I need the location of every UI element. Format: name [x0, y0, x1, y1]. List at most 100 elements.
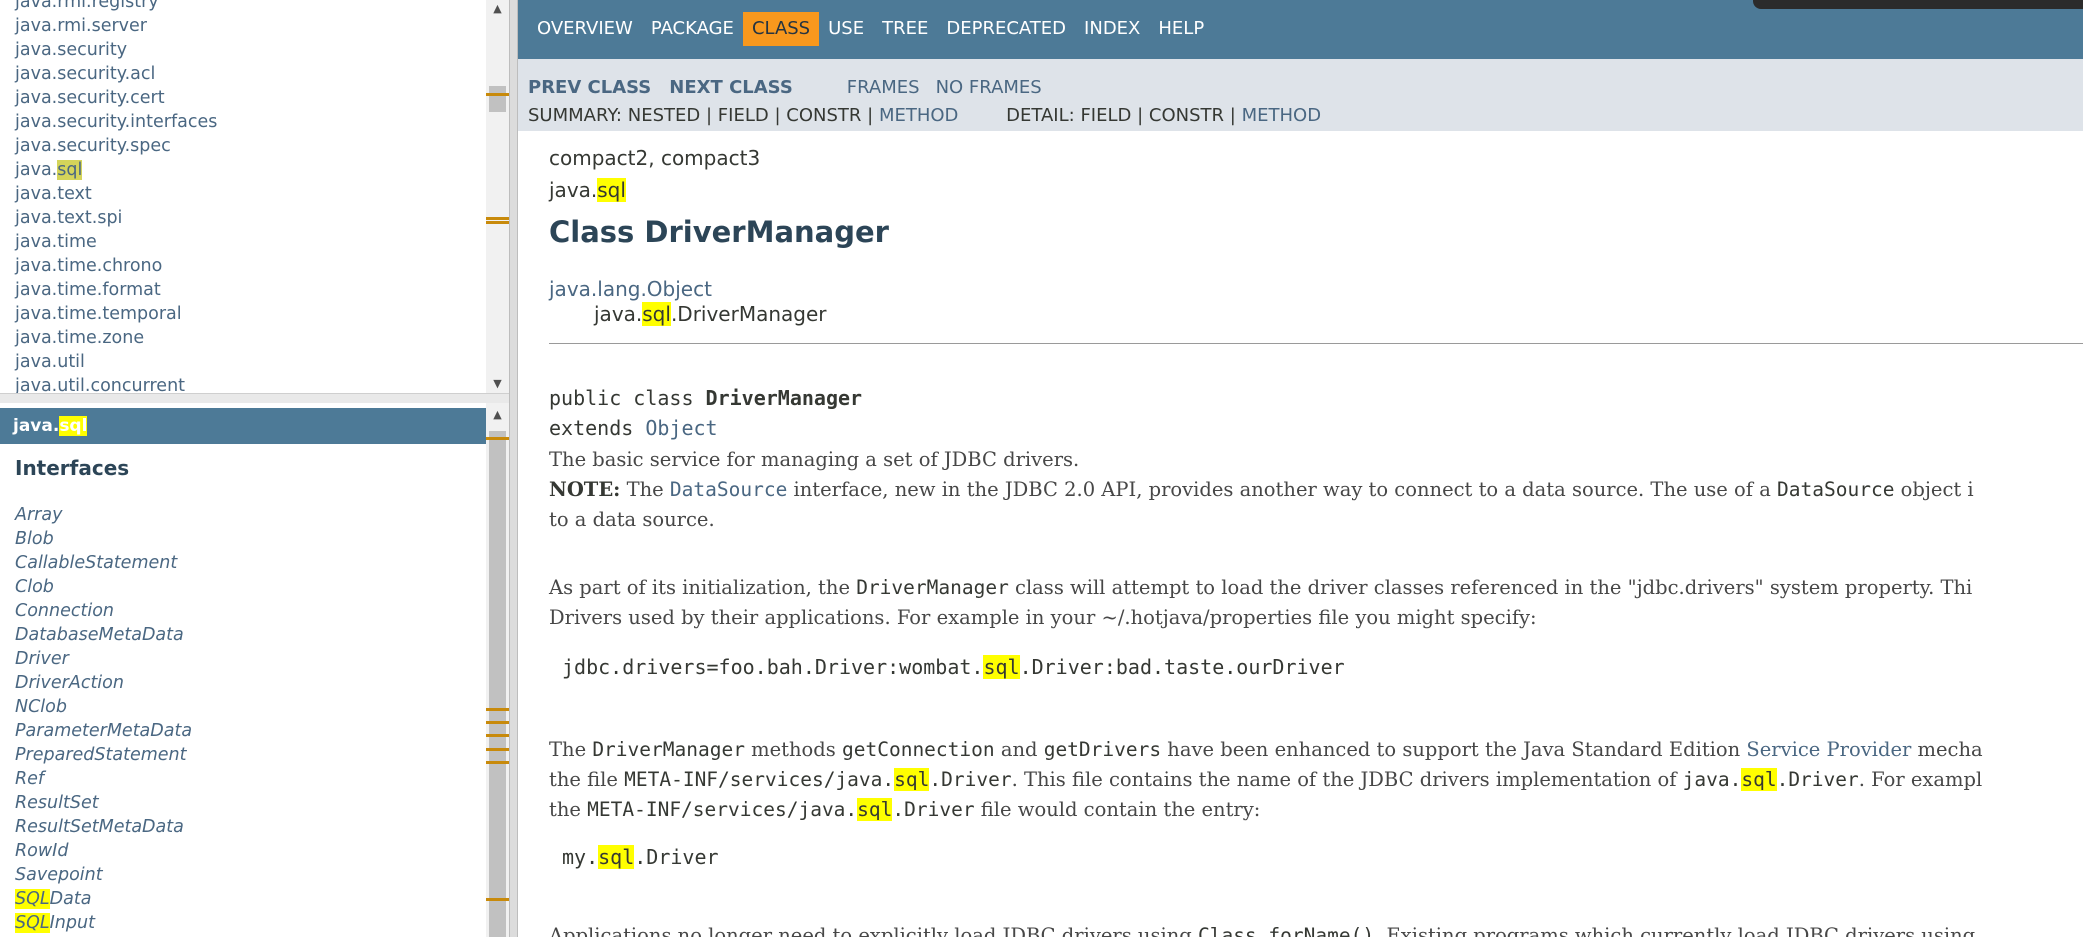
- nav-package[interactable]: Package: [642, 12, 743, 46]
- search-match-marker: [486, 898, 509, 901]
- frames-link[interactable]: FRAMES: [847, 77, 920, 98]
- package-link[interactable]: java.time.zone: [15, 326, 217, 350]
- interface-link[interactable]: Savepoint: [15, 863, 192, 887]
- package-link[interactable]: java.time.format: [15, 278, 217, 302]
- scroll-down-arrow-icon[interactable]: ▼: [486, 375, 509, 393]
- package-link[interactable]: java.text: [15, 182, 217, 206]
- classes-scrollbar[interactable]: ▲: [486, 403, 509, 937]
- top-navbar: Overview Package Class Use Tree Deprecated Ind…: [518, 0, 2083, 59]
- interface-link[interactable]: Ref: [15, 767, 192, 791]
- prev-class-link[interactable]: PREV CLASS: [528, 77, 651, 98]
- interface-link[interactable]: Array: [15, 503, 192, 527]
- interface-name: Blob: [15, 529, 54, 549]
- package-list: java.rmi.registry java.rmi.server java.sec…: [15, 0, 217, 393]
- inheritance-root-link[interactable]: java.lang.Object: [549, 277, 712, 301]
- detail-label: DETAIL:: [1006, 105, 1075, 126]
- package-name: java.security.interfaces: [15, 112, 218, 132]
- superclass-link[interactable]: Object: [645, 416, 717, 440]
- interface-name: ResultSetMetaData: [15, 817, 184, 837]
- no-frames-link[interactable]: NO FRAMES: [936, 77, 1042, 98]
- scrollbar-thumb[interactable]: [489, 86, 506, 112]
- interface-link[interactable]: ResultSetMetaData: [15, 815, 192, 839]
- interface-link[interactable]: CallableStatement: [15, 551, 192, 575]
- package-link[interactable]: java.sql: [15, 158, 217, 182]
- text: object i: [1894, 478, 1974, 501]
- datasource-link[interactable]: DataSource: [670, 478, 787, 501]
- nav-use[interactable]: Use: [819, 12, 873, 46]
- nav-overview[interactable]: Overview: [528, 12, 642, 46]
- package-link[interactable]: java.rmi.server: [15, 14, 217, 38]
- text: mecha: [1911, 738, 1983, 761]
- vertical-frame-divider[interactable]: [509, 0, 518, 937]
- package-link[interactable]: java.text.spi: [15, 206, 217, 230]
- interface-link[interactable]: Blob: [15, 527, 192, 551]
- package-link[interactable]: java.security.interfaces: [15, 110, 217, 134]
- package-link[interactable]: java.time.temporal: [15, 302, 217, 326]
- text: have been enhanced to support the Java S…: [1161, 738, 1747, 761]
- interface-link[interactable]: RowId: [15, 839, 192, 863]
- next-class-link[interactable]: NEXT CLASS: [669, 77, 793, 98]
- summary-method-link[interactable]: METHOD: [879, 105, 958, 126]
- package-link[interactable]: java.security.spec: [15, 134, 217, 158]
- search-match-marker: [486, 721, 509, 724]
- text: . This file contains the name of the JDB…: [1011, 768, 1683, 791]
- interface-link[interactable]: SQLInput: [15, 911, 192, 935]
- interface-link[interactable]: PreparedStatement: [15, 743, 192, 767]
- profiles-label: compact2, compact3: [549, 146, 761, 170]
- interface-link[interactable]: Driver: [15, 647, 192, 671]
- interface-name: RowId: [15, 841, 69, 861]
- scroll-up-arrow-icon[interactable]: ▲: [486, 0, 509, 18]
- search-match-marker: [486, 221, 509, 224]
- scrollbar-thumb[interactable]: [489, 431, 506, 937]
- text: The: [620, 478, 670, 501]
- text: the: [549, 798, 588, 821]
- package-link[interactable]: java.rmi.registry: [15, 0, 217, 14]
- description-paragraph-4: Applications no longer need to explicitl…: [549, 921, 1975, 937]
- interface-link[interactable]: SQLData: [15, 887, 192, 911]
- search-highlight: sql: [597, 178, 626, 202]
- package-name: java.time.format: [15, 280, 161, 300]
- scroll-up-arrow-icon[interactable]: ▲: [486, 406, 509, 424]
- package-link[interactable]: java.util: [15, 350, 217, 374]
- detail-method-link[interactable]: METHOD: [1242, 105, 1321, 126]
- overlay-popup-edge: [1753, 0, 2083, 9]
- signature-keywords: public class: [549, 386, 706, 410]
- nav-help[interactable]: Help: [1149, 12, 1213, 46]
- separator: |: [1229, 105, 1236, 126]
- text: the file: [549, 768, 625, 791]
- interface-link[interactable]: ParameterMetaData: [15, 719, 192, 743]
- interface-name: Driver: [15, 649, 69, 669]
- packages-scrollbar[interactable]: ▲ ▼: [486, 0, 509, 393]
- nav-tree[interactable]: Tree: [873, 12, 937, 46]
- interface-name: PreparedStatement: [15, 745, 187, 765]
- interface-link[interactable]: NClob: [15, 695, 192, 719]
- package-link[interactable]: java.util.concurrent: [15, 374, 217, 393]
- search-match-marker: [486, 734, 509, 737]
- package-name: java.security.acl: [15, 64, 156, 84]
- search-match-marker: [486, 748, 509, 751]
- separator: |: [705, 105, 713, 126]
- package-link[interactable]: java.time: [15, 230, 217, 254]
- code: DriverManager: [856, 576, 1009, 599]
- interface-link[interactable]: DriverAction: [15, 671, 192, 695]
- package-link[interactable]: java.time.chrono: [15, 254, 217, 278]
- nav-class[interactable]: Class: [742, 12, 820, 46]
- service-provider-link[interactable]: Service Provider: [1746, 738, 1911, 761]
- interface-link[interactable]: Connection: [15, 599, 192, 623]
- package-link[interactable]: java.security.cert: [15, 86, 217, 110]
- package-link[interactable]: java.security: [15, 38, 217, 62]
- nav-index[interactable]: Index: [1075, 12, 1149, 46]
- interface-link[interactable]: Clob: [15, 575, 192, 599]
- code: getConnection: [842, 738, 995, 761]
- nav-deprecated[interactable]: Deprecated: [937, 12, 1075, 46]
- package-frame-title[interactable]: java.sql: [0, 408, 509, 444]
- search-highlight: SQL: [15, 913, 50, 933]
- package-link[interactable]: java.security.acl: [15, 62, 217, 86]
- search-highlight: sql: [1741, 768, 1777, 791]
- interface-link[interactable]: DatabaseMetaData: [15, 623, 192, 647]
- interface-name: DatabaseMetaData: [15, 625, 184, 645]
- interface-link[interactable]: ResultSet: [15, 791, 192, 815]
- code: java.: [1682, 768, 1742, 791]
- package-name: java.security.cert: [15, 88, 165, 108]
- code-example-1: jdbc.drivers=foo.bah.Driver:wombat.sql.D…: [562, 655, 1345, 679]
